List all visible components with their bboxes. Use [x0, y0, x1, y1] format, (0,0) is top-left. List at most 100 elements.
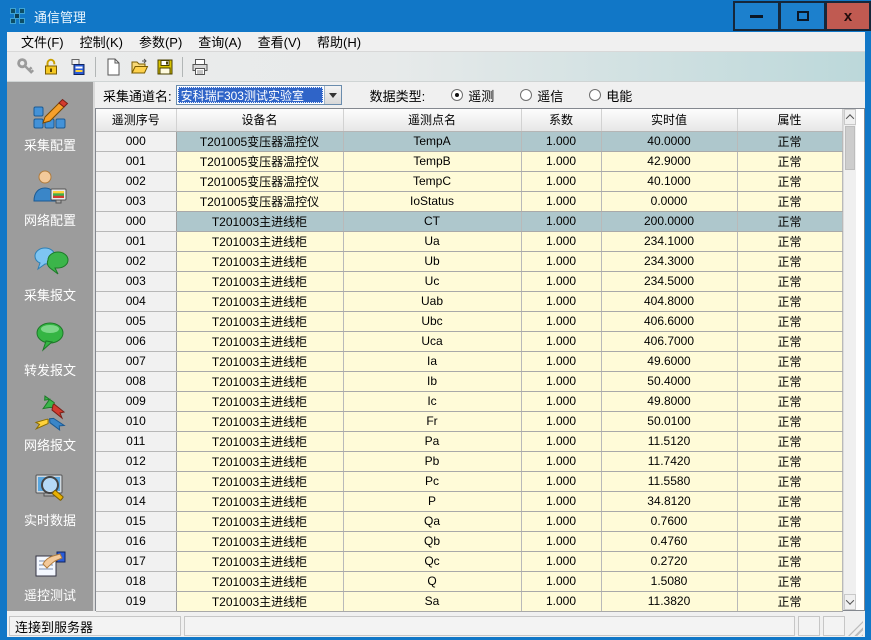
statusbar: 连接到服务器 — [7, 615, 865, 637]
col-point[interactable]: 遥测点名 — [343, 109, 521, 131]
radio-energy[interactable]: 电能 — [589, 86, 632, 105]
cell-value: 50.0100 — [601, 411, 737, 431]
sidebar-item-label: 采集配置 — [24, 135, 76, 154]
menu-view[interactable]: 查看(V) — [250, 31, 309, 52]
scroll-down-button[interactable] — [844, 594, 856, 610]
cell-value: 49.6000 — [601, 351, 737, 371]
minimize-button[interactable] — [733, 1, 779, 31]
cell-seq: 012 — [96, 451, 176, 471]
table-row[interactable]: 006T201003主进线柜Uca1.000406.7000正常 — [96, 331, 842, 351]
table-row[interactable]: 019T201003主进线柜Sa1.00011.3820正常 — [96, 591, 842, 611]
sidebar-item-capture-message[interactable]: 采集报文 — [10, 242, 90, 304]
table-row[interactable]: 010T201003主进线柜Fr1.00050.0100正常 — [96, 411, 842, 431]
table-row[interactable]: 014T201003主进线柜P1.00034.8120正常 — [96, 491, 842, 511]
table-row[interactable]: 001T201005变压器温控仪TempB1.00042.9000正常 — [96, 151, 842, 171]
table-row[interactable]: 018T201003主进线柜Q1.0001.5080正常 — [96, 571, 842, 591]
scrollbar-track[interactable] — [844, 125, 856, 594]
table-row[interactable]: 013T201003主进线柜Pc1.00011.5580正常 — [96, 471, 842, 491]
channel-label: 采集通道名: — [103, 86, 172, 105]
sidebar-item-capture-config[interactable]: 采集配置 — [10, 92, 90, 154]
status-connection: 连接到服务器 — [9, 616, 181, 636]
key-button[interactable] — [13, 55, 39, 79]
new-file-icon — [103, 57, 123, 77]
sidebar-item-realtime-data[interactable]: 实时数据 — [10, 467, 90, 529]
status-panel — [184, 616, 795, 636]
table-row[interactable]: 007T201003主进线柜Ia1.00049.6000正常 — [96, 351, 842, 371]
col-device[interactable]: 设备名 — [176, 109, 343, 131]
resize-grip[interactable] — [848, 621, 863, 636]
save-button[interactable] — [152, 55, 178, 79]
sidebar-item-remote-test[interactable]: 遥控测试 — [10, 542, 90, 604]
sidebar-item-network-config[interactable]: 网络配置 — [10, 167, 90, 229]
table-row[interactable]: 005T201003主进线柜Ubc1.000406.6000正常 — [96, 311, 842, 331]
open-folder-icon — [129, 57, 149, 77]
cell-coef: 1.000 — [521, 551, 601, 571]
cell-point: Qa — [343, 511, 521, 531]
vertical-scrollbar[interactable] — [843, 109, 856, 610]
table-row[interactable]: 012T201003主进线柜Pb1.00011.7420正常 — [96, 451, 842, 471]
channel-select[interactable]: 安科瑞F303测试实验室 — [176, 85, 342, 105]
cell-seq: 007 — [96, 351, 176, 371]
menu-help[interactable]: 帮助(H) — [309, 31, 369, 52]
cell-coef: 1.000 — [521, 451, 601, 471]
table-row[interactable]: 000T201003主进线柜CT1.000200.0000正常 — [96, 211, 842, 231]
radio-signal[interactable]: 遥信 — [520, 86, 563, 105]
save-icon — [155, 57, 175, 77]
new-file-button[interactable] — [100, 55, 126, 79]
cell-point: CT — [343, 211, 521, 231]
table-row[interactable]: 001T201003主进线柜Ua1.000234.1000正常 — [96, 231, 842, 251]
channel-dropdown-button[interactable] — [324, 86, 341, 104]
table-row[interactable]: 011T201003主进线柜Pa1.00011.5120正常 — [96, 431, 842, 451]
menu-parameters[interactable]: 参数(P) — [131, 31, 190, 52]
cell-attr: 正常 — [737, 591, 842, 611]
menu-control[interactable]: 控制(K) — [72, 31, 131, 52]
cell-point: Sa — [343, 591, 521, 611]
cell-seq: 019 — [96, 591, 176, 611]
table-row[interactable]: 003T201005变压器温控仪IoStatus1.0000.0000正常 — [96, 191, 842, 211]
cell-coef: 1.000 — [521, 191, 601, 211]
cell-value: 200.0000 — [601, 211, 737, 231]
table-header-row: 遥测序号 设备名 遥测点名 系数 实时值 属性 — [96, 109, 842, 131]
open-button[interactable] — [126, 55, 152, 79]
scroll-up-button[interactable] — [844, 109, 856, 125]
cell-value: 1.5080 — [601, 571, 737, 591]
table-row[interactable]: 009T201003主进线柜Ic1.00049.8000正常 — [96, 391, 842, 411]
unlock-button[interactable] — [39, 55, 65, 79]
close-button[interactable]: x — [825, 1, 871, 31]
cell-coef: 1.000 — [521, 131, 601, 151]
radio-icon — [589, 89, 601, 101]
cell-attr: 正常 — [737, 431, 842, 451]
cell-seq: 011 — [96, 431, 176, 451]
col-coef[interactable]: 系数 — [521, 109, 601, 131]
menu-file[interactable]: 文件(F) — [13, 31, 72, 52]
col-seq[interactable]: 遥测序号 — [96, 109, 176, 131]
table-row[interactable]: 016T201003主进线柜Qb1.0000.4760正常 — [96, 531, 842, 551]
print-button[interactable] — [187, 55, 213, 79]
maximize-button[interactable] — [779, 1, 825, 31]
cell-coef: 1.000 — [521, 391, 601, 411]
table-row[interactable]: 000T201005变压器温控仪TempA1.00040.0000正常 — [96, 131, 842, 151]
table-row[interactable]: 003T201003主进线柜Uc1.000234.5000正常 — [96, 271, 842, 291]
settings-button[interactable] — [65, 55, 91, 79]
cell-coef: 1.000 — [521, 371, 601, 391]
cell-point: Uc — [343, 271, 521, 291]
table-row[interactable]: 015T201003主进线柜Qa1.0000.7600正常 — [96, 511, 842, 531]
table-row[interactable]: 002T201005变压器温控仪TempC1.00040.1000正常 — [96, 171, 842, 191]
cell-attr: 正常 — [737, 311, 842, 331]
cell-device: T201005变压器温控仪 — [176, 131, 343, 151]
sidebar-item-forward-message[interactable]: 转发报文 — [10, 317, 90, 379]
table-row[interactable]: 002T201003主进线柜Ub1.000234.3000正常 — [96, 251, 842, 271]
radio-telemetry[interactable]: 遥测 — [451, 86, 494, 105]
col-value[interactable]: 实时值 — [601, 109, 737, 131]
menu-query[interactable]: 查询(A) — [190, 31, 249, 52]
table-row[interactable]: 017T201003主进线柜Qc1.0000.2720正常 — [96, 551, 842, 571]
scrollbar-thumb[interactable] — [845, 126, 855, 170]
table-row[interactable]: 004T201003主进线柜Uab1.000404.8000正常 — [96, 291, 842, 311]
sidebar-item-network-message[interactable]: 网络报文 — [10, 392, 90, 454]
sidebar-item-label: 转发报文 — [24, 360, 76, 379]
cell-point: Uab — [343, 291, 521, 311]
sidebar: 采集配置 网络配置 — [7, 82, 95, 611]
client-area: 文件(F) 控制(K) 参数(P) 查询(A) 查看(V) 帮助(H) — [7, 32, 865, 637]
table-row[interactable]: 008T201003主进线柜Ib1.00050.4000正常 — [96, 371, 842, 391]
col-attr[interactable]: 属性 — [737, 109, 842, 131]
